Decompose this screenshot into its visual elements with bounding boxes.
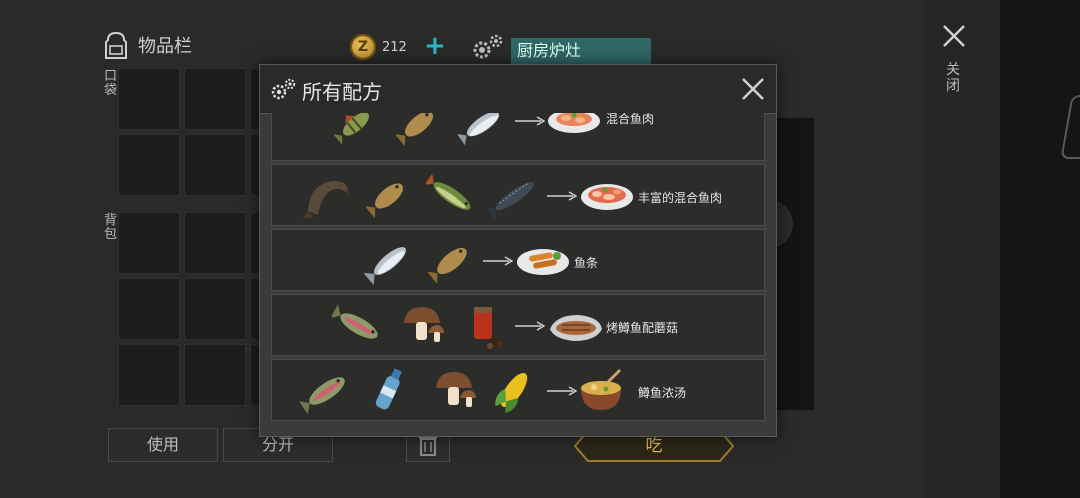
- pocket-slot[interactable]: [184, 134, 246, 196]
- all-recipes-dialog: 所有配方 混合鱼肉 丰富的混合鱼肉 鱼条 烤鳟鱼配蘑菇 鳟鱼浓汤: [259, 64, 777, 437]
- crafting-station-field[interactable]: 厨房炉灶: [511, 38, 651, 64]
- recipe-result-name: 丰富的混合鱼肉: [638, 191, 723, 205]
- trout-soup-icon: [581, 368, 622, 410]
- pocket-slot[interactable]: [118, 68, 180, 130]
- pike-icon: [426, 173, 471, 210]
- recipe-result-name: 混合鱼肉: [606, 113, 655, 126]
- dialog-close-icon[interactable]: [740, 76, 766, 102]
- water-bottle-icon: [375, 368, 402, 410]
- perch-icon: [334, 113, 370, 145]
- recipe-row[interactable]: 鳟鱼浓汤: [271, 359, 765, 421]
- fish-sticks-icon: [517, 249, 569, 275]
- coin-count: 212: [382, 40, 407, 55]
- recipe-row[interactable]: 丰富的混合鱼肉: [271, 164, 765, 226]
- backpack-slot[interactable]: [118, 344, 180, 406]
- arrow-icon: [515, 116, 545, 126]
- carp-icon: [396, 113, 434, 146]
- close-icon[interactable]: [940, 22, 968, 50]
- recipe-row[interactable]: 烤鳟鱼配蘑菇: [271, 294, 765, 356]
- add-coins-button[interactable]: +: [424, 33, 446, 60]
- arrow-icon: [515, 321, 545, 331]
- trout-icon: [332, 304, 378, 339]
- carp-icon: [428, 247, 467, 284]
- recipe-list[interactable]: 混合鱼肉 丰富的混合鱼肉 鱼条 烤鳟鱼配蘑菇 鳟鱼浓汤: [271, 113, 765, 425]
- salmon-icon: [364, 247, 406, 286]
- corn-icon: [495, 372, 528, 414]
- recipe-row[interactable]: 混合鱼肉: [271, 113, 765, 161]
- dialog-title: 所有配方: [302, 80, 382, 104]
- backpack-slot[interactable]: [184, 212, 246, 274]
- pocket-slot[interactable]: [118, 134, 180, 196]
- spices-icon: [474, 307, 503, 349]
- salmon-icon: [458, 113, 500, 146]
- dialog-header: 所有配方: [260, 65, 776, 114]
- backpack-slot[interactable]: [184, 344, 246, 406]
- close-label[interactable]: 关闭: [946, 62, 962, 94]
- recipe-row[interactable]: 鱼条: [271, 229, 765, 291]
- gears-icon: [473, 34, 503, 59]
- mixed-fish-plate-icon: [548, 113, 600, 133]
- arrow-icon: [547, 191, 577, 201]
- backpack-slot[interactable]: [118, 212, 180, 274]
- grilled-trout-mushroom-icon: [550, 315, 602, 341]
- mushroom-icon: [436, 372, 476, 407]
- backpack-slot[interactable]: [184, 278, 246, 340]
- screen-edge: [1000, 0, 1080, 498]
- right-strip: [925, 0, 1000, 498]
- coin-icon: Z: [350, 34, 376, 60]
- recipe-result-name: 鱼条: [574, 256, 599, 270]
- arrow-icon: [483, 256, 513, 266]
- sturgeon-icon: [488, 176, 538, 220]
- pocket-slot[interactable]: [184, 68, 246, 130]
- catfish-icon: [302, 181, 354, 219]
- use-button[interactable]: 使用: [108, 428, 218, 462]
- gears-icon: [271, 78, 296, 100]
- inventory-title: 物品栏: [138, 36, 192, 57]
- mushroom-icon: [404, 307, 444, 342]
- backpack-slot[interactable]: [118, 278, 180, 340]
- carp-icon: [366, 183, 404, 219]
- trout-icon: [300, 377, 345, 415]
- backpack-icon: [105, 31, 127, 59]
- recipe-result-name: 烤鳟鱼配蘑菇: [606, 321, 679, 335]
- recipe-result-name: 鳟鱼浓汤: [638, 386, 687, 400]
- inventory-header: 物品栏: [102, 30, 192, 60]
- rich-mixed-fish-plate-icon: [581, 184, 633, 210]
- preview-panel: [772, 118, 814, 410]
- arrow-icon: [547, 386, 577, 396]
